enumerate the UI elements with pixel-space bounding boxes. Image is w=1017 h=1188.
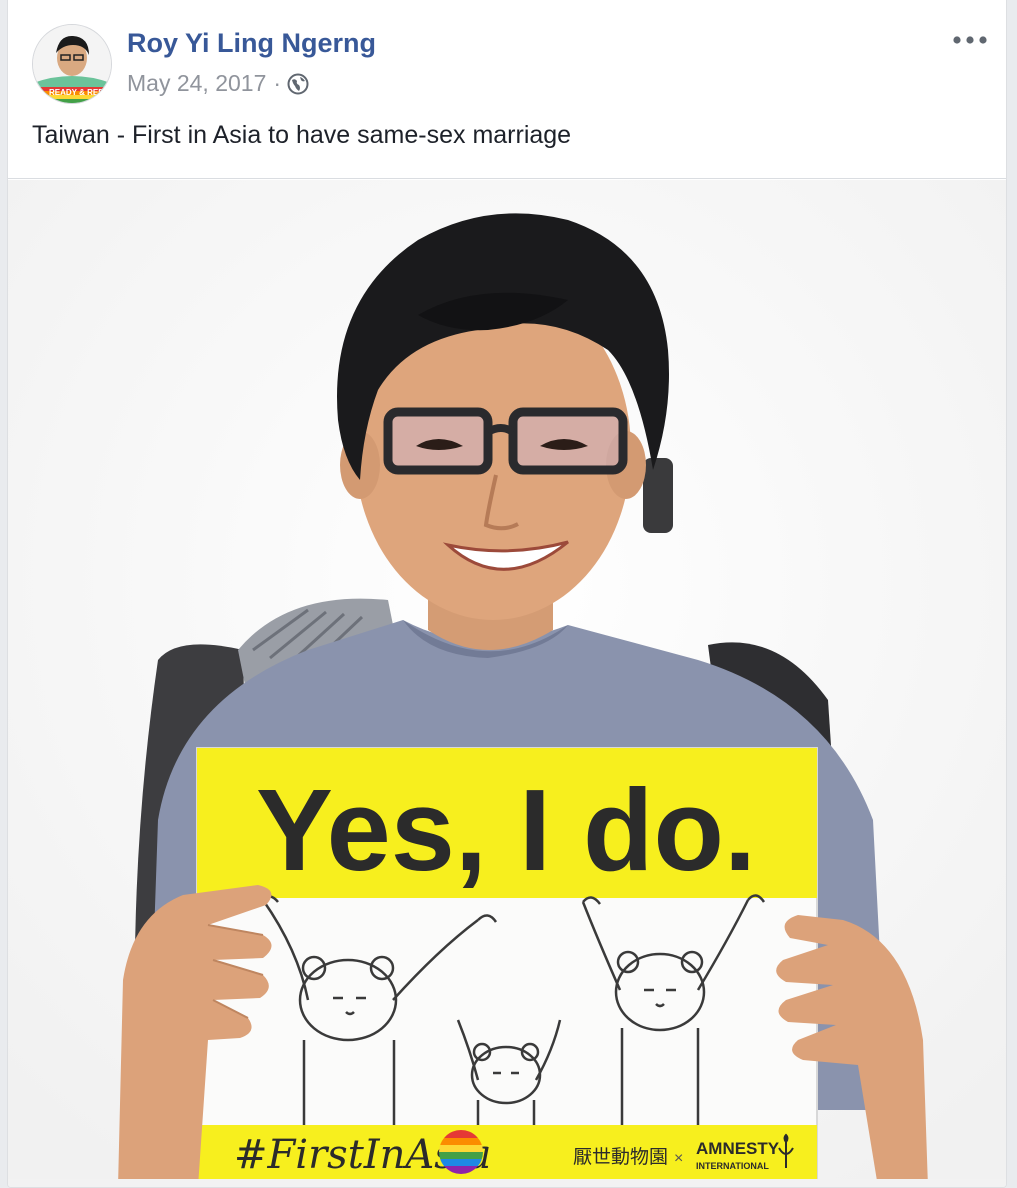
divider bbox=[8, 178, 1006, 179]
amnesty-logo-bottom: INTERNATIONAL bbox=[696, 1161, 769, 1171]
post-text: Taiwan - First in Asia to have same-sex … bbox=[32, 121, 572, 149]
meta-separator: · bbox=[273, 70, 282, 96]
amnesty-logo-top: AMNESTY bbox=[696, 1139, 780, 1158]
avatar-badge-text: READY & REPEAL bbox=[49, 88, 111, 97]
sign-partner-cn: 厭世動物園 bbox=[573, 1146, 668, 1168]
avatar[interactable]: READY & REPEAL bbox=[32, 24, 112, 104]
post-meta: May 24, 2017 · bbox=[127, 70, 309, 97]
sign-partner-x: × bbox=[674, 1150, 683, 1167]
post-timestamp[interactable]: May 24, 2017 bbox=[127, 70, 266, 97]
avatar-image: READY & REPEAL bbox=[33, 25, 111, 103]
ellipsis-icon bbox=[953, 36, 987, 44]
sign-headline: Yes, I do. bbox=[256, 765, 756, 895]
photo-image: Yes, I do. #FirstInAsia 厭世動物園 × AMNESTY … bbox=[8, 180, 1006, 1187]
globe-icon[interactable] bbox=[287, 73, 309, 95]
facebook-post: READY & REPEAL Roy Yi Ling Ngerng May 24… bbox=[7, 0, 1007, 1188]
post-photo[interactable]: Yes, I do. #FirstInAsia 厭世動物園 × AMNESTY … bbox=[8, 180, 1006, 1187]
author-name-link[interactable]: Roy Yi Ling Ngerng bbox=[127, 28, 376, 59]
more-options-button[interactable] bbox=[950, 26, 990, 54]
